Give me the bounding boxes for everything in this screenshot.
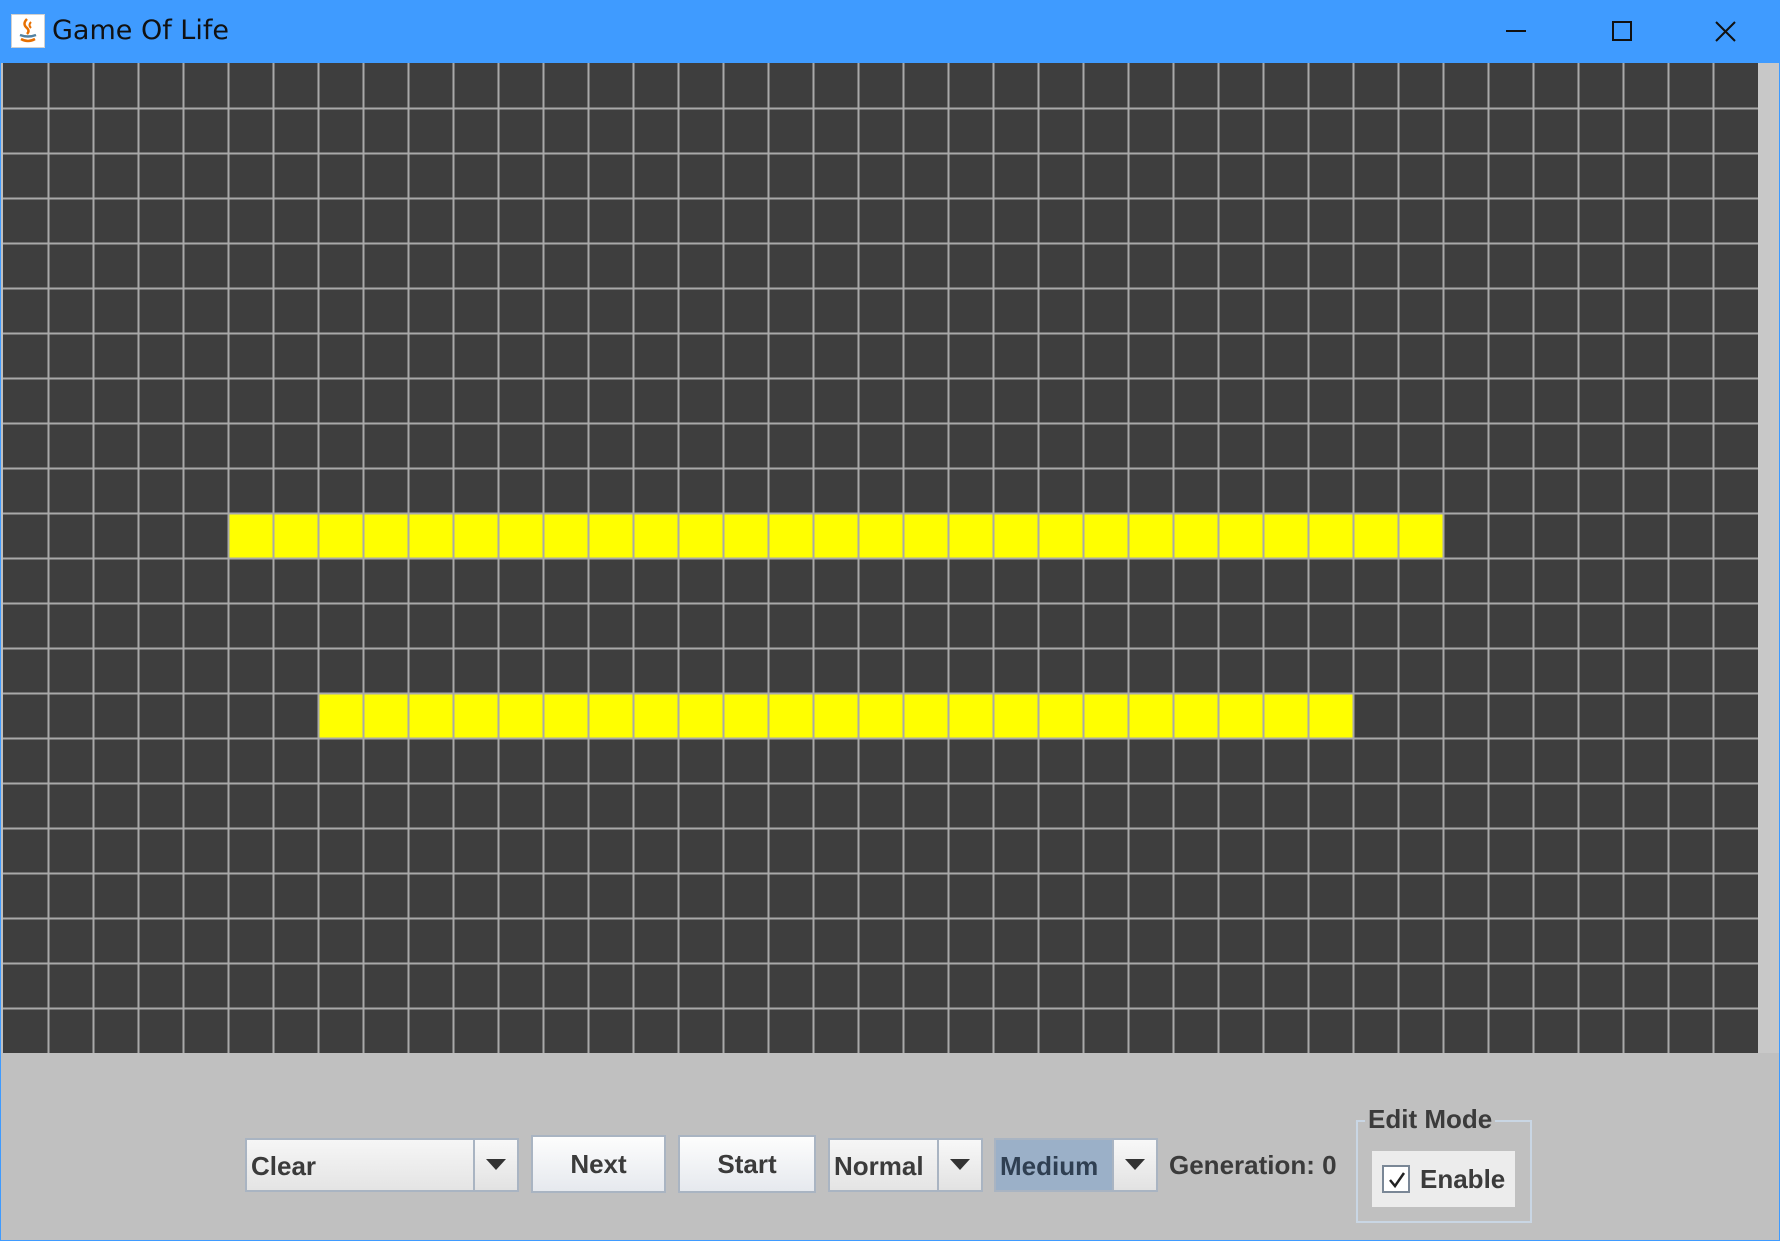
speed-select[interactable]: Medium — [994, 1138, 1158, 1192]
chevron-down-icon — [486, 1159, 506, 1170]
live-cell[interactable] — [363, 693, 408, 738]
live-cell[interactable] — [498, 693, 543, 738]
live-cell[interactable] — [723, 693, 768, 738]
live-cell[interactable] — [858, 513, 903, 558]
live-cell[interactable] — [588, 693, 633, 738]
live-cell[interactable] — [948, 693, 993, 738]
chevron-down-icon — [1125, 1159, 1145, 1170]
generation-counter: Generation: 0 — [1169, 1150, 1337, 1180]
java-icon — [11, 14, 45, 48]
live-cell[interactable] — [408, 513, 453, 558]
live-cell[interactable] — [633, 513, 678, 558]
chevron-down-icon — [950, 1159, 970, 1170]
live-cell[interactable] — [903, 693, 948, 738]
live-cell[interactable] — [1398, 513, 1443, 558]
board-edge — [1758, 63, 1779, 1053]
window-title: Game Of Life — [52, 15, 229, 46]
live-cell[interactable] — [678, 693, 723, 738]
maximize-icon — [1612, 21, 1632, 41]
checkmark-icon — [1389, 1172, 1406, 1189]
live-cell[interactable] — [1308, 693, 1353, 738]
live-cell[interactable] — [723, 513, 768, 558]
pattern-select-arrow[interactable] — [473, 1140, 517, 1190]
edit-mode-legend: Edit Mode — [1365, 1104, 1496, 1135]
close-icon — [1715, 21, 1736, 42]
live-cell[interactable] — [318, 513, 363, 558]
live-cell[interactable] — [1173, 693, 1218, 738]
live-cell[interactable] — [318, 693, 363, 738]
mode-select-arrow[interactable] — [937, 1140, 981, 1190]
live-cell[interactable] — [1263, 693, 1308, 738]
pattern-select-value: Clear — [251, 1151, 317, 1181]
live-cell[interactable] — [273, 513, 318, 558]
live-cell[interactable] — [633, 693, 678, 738]
live-cell[interactable] — [1083, 513, 1128, 558]
live-cell[interactable] — [678, 513, 723, 558]
start-button[interactable]: Start — [678, 1135, 816, 1193]
live-cell[interactable] — [813, 513, 858, 558]
live-cell[interactable] — [228, 513, 273, 558]
live-cell[interactable] — [948, 513, 993, 558]
live-cell[interactable] — [1038, 513, 1083, 558]
pattern-select[interactable]: Clear — [245, 1138, 519, 1192]
game-of-life-window: Game Of Life Clear Next Start Normal Med… — [0, 0, 1780, 1241]
live-cell[interactable] — [1128, 693, 1173, 738]
live-cell[interactable] — [903, 513, 948, 558]
live-cell[interactable] — [768, 513, 813, 558]
live-cell[interactable] — [1038, 693, 1083, 738]
live-cell[interactable] — [453, 693, 498, 738]
live-cell[interactable] — [543, 513, 588, 558]
enable-label: Enable — [1420, 1164, 1506, 1194]
live-cell[interactable] — [813, 693, 858, 738]
maximize-button[interactable] — [1569, 1, 1675, 63]
minimize-button[interactable] — [1463, 1, 1569, 63]
live-cell[interactable] — [1083, 693, 1128, 738]
live-cell[interactable] — [543, 693, 588, 738]
close-button[interactable] — [1673, 1, 1779, 63]
enable-checkbox[interactable]: Enable — [1372, 1151, 1515, 1207]
live-cell[interactable] — [1353, 513, 1398, 558]
live-cell[interactable] — [1173, 513, 1218, 558]
live-cell[interactable] — [588, 513, 633, 558]
live-cell[interactable] — [993, 693, 1038, 738]
next-button[interactable]: Next — [531, 1135, 666, 1193]
minimize-icon — [1506, 30, 1526, 32]
live-cell[interactable] — [1128, 513, 1173, 558]
live-cell[interactable] — [408, 693, 453, 738]
game-board[interactable] — [3, 63, 1758, 1053]
live-cell[interactable] — [1218, 693, 1263, 738]
live-cell[interactable] — [1308, 513, 1353, 558]
live-cell[interactable] — [993, 513, 1038, 558]
title-bar[interactable]: Game Of Life — [1, 1, 1779, 63]
live-cell[interactable] — [858, 693, 903, 738]
mode-select[interactable]: Normal — [828, 1138, 983, 1192]
cell-grid[interactable] — [3, 63, 1758, 1053]
live-cell[interactable] — [1263, 513, 1308, 558]
live-cell[interactable] — [768, 693, 813, 738]
live-cell[interactable] — [498, 513, 543, 558]
speed-select-value: Medium — [1000, 1151, 1099, 1181]
mode-select-value: Normal — [834, 1151, 924, 1181]
live-cell[interactable] — [1218, 513, 1263, 558]
checkbox-box[interactable] — [1382, 1165, 1410, 1193]
live-cell[interactable] — [363, 513, 408, 558]
speed-select-arrow[interactable] — [1112, 1140, 1156, 1190]
live-cell[interactable] — [453, 513, 498, 558]
